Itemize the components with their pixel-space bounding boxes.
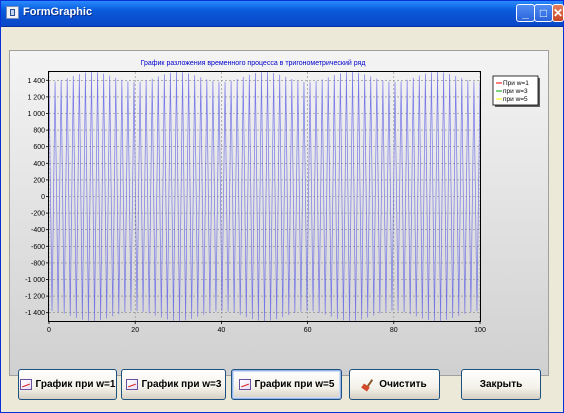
x-tick-label: 0 (47, 327, 51, 334)
graph-w3-button[interactable]: График при w=3 (121, 369, 226, 400)
y-tick-label: -1 000 (25, 277, 45, 284)
form-icon (6, 6, 19, 19)
window-title: FormGraphic (23, 6, 93, 18)
chart-icon (238, 379, 251, 390)
y-tick-label: 400 (33, 161, 45, 168)
x-tick-label: 40 (218, 327, 226, 334)
clear-button[interactable]: Очистить (349, 369, 440, 400)
broom-icon (362, 379, 375, 391)
graph-w1-label: График при w=1 (35, 379, 116, 390)
chart-title: График разложения временного процесса в … (141, 59, 366, 67)
graph-w5-button[interactable]: График при w=5 (231, 369, 342, 400)
y-tick-label: 1 000 (27, 111, 45, 118)
legend-item-w1: При w=1 (503, 80, 529, 87)
clear-label: Очистить (379, 379, 427, 390)
chart-panel: График разложения временного процесса в … (9, 50, 549, 376)
y-tick-label: -800 (31, 260, 45, 267)
y-tick-label: -200 (31, 211, 45, 218)
y-tick-label: -1 400 (25, 310, 45, 317)
graph-w5-label: График при w=5 (254, 379, 335, 390)
x-axis-labels: 0 20 40 60 80 100 (47, 327, 486, 334)
maximize-button[interactable]: □ (534, 4, 553, 22)
close-window-button[interactable]: ✕ (552, 4, 564, 22)
form-graphic-window: FormGraphic _ □ ✕ График разложения врем… (0, 0, 564, 413)
chart-svg: График разложения временного процесса в … (25, 59, 540, 334)
x-tick-label: 20 (131, 327, 139, 334)
legend: При w=1 при w=3 при w=5 (492, 75, 540, 107)
y-tick-label: -400 (31, 227, 45, 234)
x-tick-label: 60 (304, 327, 312, 334)
y-tick-label: 0 (41, 194, 45, 201)
legend-item-w3: при w=3 (503, 88, 528, 95)
legend-item-w5: при w=5 (503, 96, 528, 103)
client-area: График разложения временного процесса в … (6, 28, 558, 409)
title-bar[interactable]: FormGraphic _ □ ✕ (1, 1, 564, 27)
y-tick-label: 1 200 (27, 94, 45, 101)
y-tick-label: 800 (33, 128, 45, 135)
chart-icon (19, 379, 32, 390)
x-tick-label: 100 (474, 327, 486, 334)
x-tick-label: 80 (390, 327, 398, 334)
chart-icon (125, 379, 138, 390)
y-axis-labels: 1 400 1 200 1 000 800 600 400 200 0 -200 -400 -600… (25, 78, 45, 317)
y-tick-label: 1 400 (27, 78, 45, 85)
y-tick-label: 600 (33, 144, 45, 151)
y-tick-label: -1 200 (25, 294, 45, 301)
close-button[interactable]: Закрыть (461, 369, 541, 400)
minimize-button[interactable]: _ (516, 4, 535, 22)
y-tick-label: 200 (33, 177, 45, 184)
graph-w1-button[interactable]: График при w=1 (18, 369, 117, 400)
close-label: Закрыть (479, 379, 523, 390)
y-tick-label: -600 (31, 244, 45, 251)
graph-w3-label: График при w=3 (141, 379, 222, 390)
